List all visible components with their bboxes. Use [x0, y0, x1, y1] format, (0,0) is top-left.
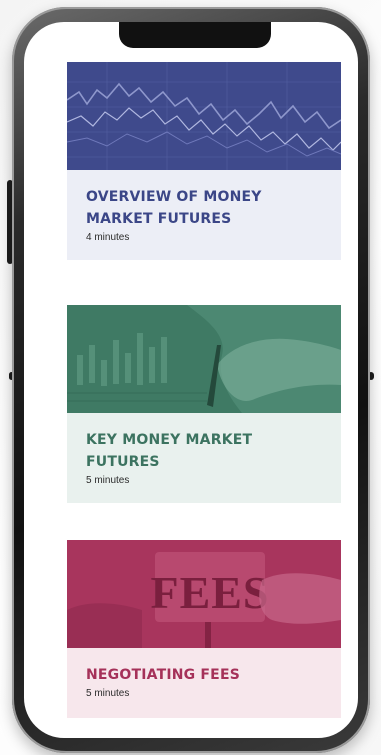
- course-card-body: KEY MONEY MARKET FUTURES 5 minutes: [67, 413, 341, 503]
- trading-hand-image: [67, 305, 341, 413]
- course-card-key-futures[interactable]: KEY MONEY MARKET FUTURES 5 minutes: [67, 305, 341, 503]
- phone-screen: OVERVIEW OF MONEY MARKET FUTURES 4 minut…: [24, 22, 358, 738]
- course-title: KEY MONEY MARKET FUTURES: [86, 432, 253, 470]
- course-duration: 4 minutes: [86, 232, 130, 243]
- stock-chart-image: [67, 62, 341, 170]
- course-card-body: OVERVIEW OF MONEY MARKET FUTURES 4 minut…: [67, 170, 341, 260]
- stage: OVERVIEW OF MONEY MARKET FUTURES 4 minut…: [0, 0, 381, 755]
- course-duration: 5 minutes: [86, 475, 130, 486]
- trading-hand-graphic: [67, 305, 341, 413]
- course-title: NEGOTIATING FEES: [86, 667, 240, 683]
- course-card-body: NEGOTIATING FEES 5 minutes: [67, 648, 341, 718]
- notch: [119, 22, 271, 48]
- stock-chart-graphic: [67, 62, 341, 170]
- course-card-overview[interactable]: OVERVIEW OF MONEY MARKET FUTURES 4 minut…: [67, 62, 341, 260]
- course-title: OVERVIEW OF MONEY MARKET FUTURES: [86, 189, 262, 227]
- fees-sign-graphic: FEES: [67, 540, 341, 648]
- course-card-negotiating-fees[interactable]: FEES NEGOTIATING FEES 5 minutes: [67, 540, 341, 718]
- fees-sign-image: FEES: [67, 540, 341, 648]
- course-duration: 5 minutes: [86, 688, 130, 699]
- fees-sign-text: FEES: [150, 567, 269, 618]
